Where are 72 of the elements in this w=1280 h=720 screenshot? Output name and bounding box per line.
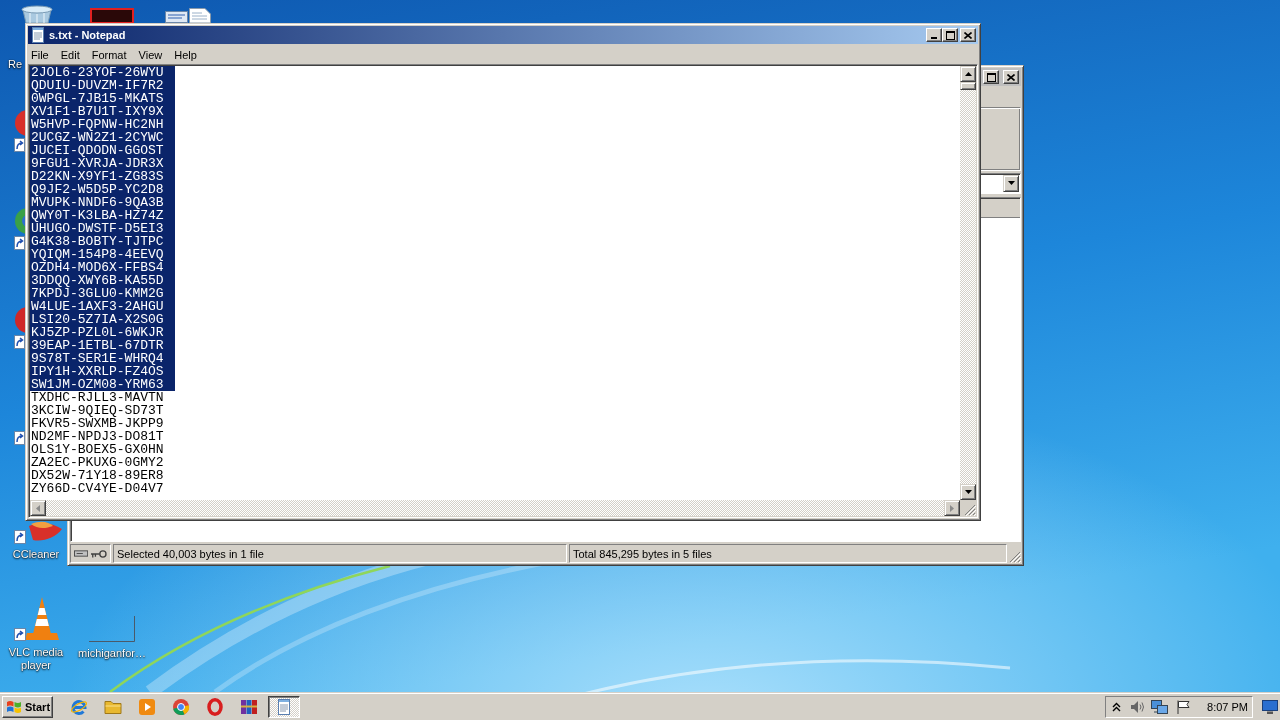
maximize-button[interactable] [942,28,958,42]
maximize-icon [986,72,996,82]
network-icon[interactable] [1151,699,1168,715]
text-line: 3KCIW-9QIEQ-SD73T [30,404,164,417]
notepad-icon [30,27,46,43]
blank-thumbnail-icon[interactable] [89,616,135,642]
icon-label: VLC media player [7,646,65,672]
vertical-scrollbar[interactable] [960,66,976,500]
dropdown-button[interactable] [1003,174,1019,192]
text-line: ZY66D-CV4YE-D04V7 [30,482,164,495]
menu-item[interactable]: View [132,46,169,63]
status-text: Selected 40,003 bytes in 1 file [113,544,567,563]
scroll-down-button[interactable] [960,484,976,500]
close-button[interactable] [960,28,976,42]
start-button[interactable]: Start [2,696,53,718]
up-arrow-icon [964,72,972,76]
e-logo-icon[interactable] [70,698,88,716]
right-arrow-icon [950,504,954,512]
close-button[interactable] [1003,70,1019,84]
maximize-button[interactable] [983,70,999,84]
document-icon[interactable] [165,8,211,23]
round-logo-icon[interactable] [172,698,190,716]
caret-icon [1007,181,1015,185]
text-line: ZA2EC-PKUXG-0GMY2 [30,456,164,469]
key-icon [91,548,107,559]
speaker-icon[interactable] [1130,700,1145,714]
horizontal-scrollbar[interactable] [30,500,960,516]
text-line: ND2MF-NPDJ3-DO81T [30,430,164,443]
icon-label: CCleaner [11,548,61,561]
text-area[interactable] [30,66,960,500]
left-arrow-icon [36,504,40,512]
notepad-icon [276,699,292,715]
flag-logo-icon [6,700,22,714]
icon-label: Re [8,58,23,71]
folder-icon[interactable] [104,698,122,716]
menu-item[interactable]: Edit [54,46,86,63]
traffic-cone-icon[interactable] [13,596,59,642]
taskbar-button[interactable] [268,696,300,718]
text-line: OLS1Y-BOEX5-GX0HN [30,443,164,456]
trash-icon[interactable] [18,5,56,23]
resize-grip-icon[interactable] [964,504,976,516]
close-icon [964,31,972,39]
menu-item[interactable]: File [25,46,55,63]
scroll-thumb[interactable] [960,82,976,90]
clock: 8:07 PM [1207,701,1248,713]
brush-shortcut-icon[interactable] [13,521,63,545]
icon-label: michiganfor… [77,647,147,660]
minimize-button[interactable] [926,28,942,42]
flag-icon[interactable] [1176,700,1191,714]
close-icon [1007,73,1015,81]
status-text: Total 845,295 bytes in 5 files [569,544,1007,563]
scroll-up-button[interactable] [960,66,976,82]
down-arrow-icon [964,490,972,494]
chevron-up-icon[interactable] [1112,702,1121,712]
text-line: FKVR5-SWXMB-JKPP9 [30,417,164,430]
shortcut-icon[interactable] [11,108,25,153]
menu-item[interactable]: Help [168,46,203,63]
minimize-icon [931,37,937,39]
ring-icon[interactable] [206,698,224,716]
resize-grip-icon[interactable] [1009,551,1021,563]
scroll-left-button[interactable] [30,500,46,516]
menu-item[interactable]: Format [85,46,133,63]
drive-icon [74,550,89,557]
maximize-icon [945,30,955,40]
text-line: DX52W-71Y18-89ER8 [30,469,164,482]
text-line: TXDHC-RJLL3-MAVTN [30,391,164,404]
scroll-right-button[interactable] [944,500,960,516]
shortcut-arrow-icon[interactable] [14,431,25,445]
shortcut-icon[interactable] [11,305,25,350]
books-icon[interactable] [240,698,258,716]
monitor-icon[interactable] [1262,700,1278,714]
window-title: s.txt - Notepad [49,29,126,41]
